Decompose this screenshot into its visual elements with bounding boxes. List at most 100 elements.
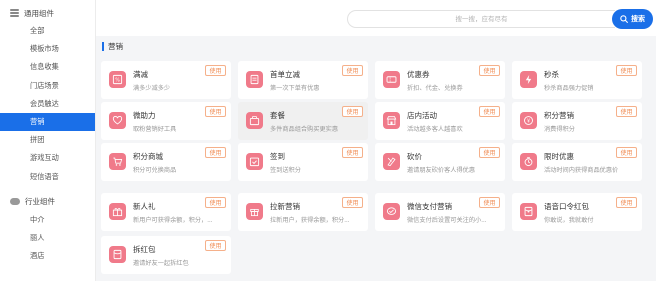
sidebar-item-6[interactable]: 拼团 <box>0 131 95 149</box>
use-button[interactable]: 使用 <box>616 197 637 208</box>
card-description: 邀请好友一起拆红包 <box>133 260 189 267</box>
newcomer-gift-icon <box>109 203 126 220</box>
sidebar-industry-item-2[interactable]: 酒店 <box>0 247 95 265</box>
checkin-icon <box>246 153 263 170</box>
component-card[interactable]: 店内活动 活动越多客人越喜欢 使用 <box>375 102 505 140</box>
card-name: 积分商城 <box>133 152 163 161</box>
sidebar-group-label: 通用组件 <box>24 8 54 18</box>
sidebar-item-3[interactable]: 门店场景 <box>0 77 95 95</box>
help-heart-icon <box>109 112 126 129</box>
card-name: 秒杀 <box>544 70 559 79</box>
card-description: 活动时间内获得商品优惠价 <box>544 167 619 174</box>
component-card[interactable]: 微助力 取粉营销好工具 使用 <box>101 102 231 140</box>
component-card[interactable]: 语音口令红包 你敢说，我就敢付 使用 <box>512 193 642 231</box>
stack-icon <box>10 9 19 17</box>
use-button[interactable]: 使用 <box>616 65 637 76</box>
card-description: 邀请朋友砍价客人得优惠 <box>407 167 476 174</box>
card-name: 满减 <box>133 70 148 79</box>
sidebar-item-4[interactable]: 会员触达 <box>0 95 95 113</box>
section-accent-bar <box>102 41 104 51</box>
search-bar: 搜索 <box>96 0 656 36</box>
component-card[interactable]: 优惠券 折扣、代金、兑换券 使用 <box>375 61 505 99</box>
use-button[interactable]: 使用 <box>205 106 226 117</box>
card-description: 满多少减多少 <box>133 85 171 92</box>
card-name: 套餐 <box>270 111 285 120</box>
component-card[interactable]: 新人礼 新用户可获得余额，积分，... 使用 <box>101 193 231 231</box>
use-button[interactable]: 使用 <box>342 147 363 158</box>
component-card[interactable]: 积分商城 积分可兑换商品 使用 <box>101 143 231 181</box>
component-card[interactable]: 拉新营销 拉新用户，获得余额，积分... 使用 <box>238 193 368 231</box>
cloud-icon <box>10 198 20 206</box>
use-button[interactable]: 使用 <box>342 106 363 117</box>
card-description: 秒杀商品强力促销 <box>544 85 594 92</box>
store-activity-icon <box>383 112 400 129</box>
use-button[interactable]: 使用 <box>205 240 226 251</box>
component-card[interactable]: 签到 签到送积分 使用 <box>238 143 368 181</box>
card-name: 首单立减 <box>270 70 300 79</box>
section-title: 营销 <box>102 41 123 51</box>
coupon-icon <box>383 71 400 88</box>
card-name: 优惠券 <box>407 70 430 79</box>
sidebar-item-0[interactable]: 全部 <box>0 22 95 40</box>
card-description: 消费得积分 <box>544 126 575 133</box>
card-name: 拉新营销 <box>270 202 300 211</box>
card-name: 拆红包 <box>133 245 156 254</box>
card-description: 你敢说，我就敢付 <box>544 217 594 224</box>
component-card[interactable]: 拆红包 邀请好友一起拆红包 使用 <box>101 236 231 274</box>
sidebar-item-5[interactable]: 营销 <box>0 112 95 132</box>
search-button[interactable]: 搜索 <box>612 9 653 29</box>
sidebar-item-2[interactable]: 信息收集 <box>0 58 95 76</box>
component-card[interactable]: 限时优惠 活动时间内获得商品优惠价 使用 <box>512 143 642 181</box>
section-title-text: 营销 <box>108 41 123 51</box>
use-button[interactable]: 使用 <box>479 106 500 117</box>
svg-text:%: % <box>115 78 120 84</box>
use-button[interactable]: 使用 <box>616 106 637 117</box>
search-button-label: 搜索 <box>631 16 645 23</box>
card-description: 取粉营销好工具 <box>133 126 177 133</box>
component-card[interactable]: 首单立减 第一次下单有优惠 使用 <box>238 61 368 99</box>
use-button[interactable]: 使用 <box>479 147 500 158</box>
use-button[interactable]: 使用 <box>205 65 226 76</box>
card-name: 积分营销 <box>544 111 574 120</box>
card-name: 签到 <box>270 152 285 161</box>
search-input[interactable] <box>347 10 615 28</box>
percent-tag-icon: % <box>109 71 126 88</box>
first-order-icon <box>246 71 263 88</box>
package-icon <box>246 112 263 129</box>
component-card[interactable]: 套餐 多件商品组合购买更实惠 使用 <box>238 102 368 140</box>
use-button[interactable]: 使用 <box>205 197 226 208</box>
svg-text:¥: ¥ <box>527 119 530 125</box>
sidebar-group-label: 行业组件 <box>25 197 55 207</box>
card-description: 活动越多客人越喜欢 <box>407 126 463 133</box>
sidebar-industry-item-0[interactable]: 中介 <box>0 211 95 229</box>
component-card[interactable]: 砍价 邀请朋友砍价客人得优惠 使用 <box>375 143 505 181</box>
use-button[interactable]: 使用 <box>205 147 226 158</box>
sidebar-industry-item-1[interactable]: 丽人 <box>0 229 95 247</box>
component-card[interactable]: % 满减 满多少减多少 使用 <box>101 61 231 99</box>
use-button[interactable]: 使用 <box>342 65 363 76</box>
timer-icon <box>520 153 537 170</box>
card-name: 砍价 <box>407 152 422 161</box>
sidebar-group-industry: 行业组件 <box>0 193 95 211</box>
component-card[interactable]: 秒杀 秒杀商品强力促销 使用 <box>512 61 642 99</box>
component-card[interactable]: ¥ 积分营销 消费得积分 使用 <box>512 102 642 140</box>
sidebar-item-1[interactable]: 模板市场 <box>0 40 95 58</box>
card-name: 微助力 <box>133 111 156 120</box>
voice-redpacket-icon <box>520 203 537 220</box>
search-icon <box>620 15 628 23</box>
sidebar-item-8[interactable]: 短信语音 <box>0 168 95 186</box>
redpacket-icon <box>109 246 126 263</box>
card-description: 积分可兑换商品 <box>133 167 177 174</box>
use-button[interactable]: 使用 <box>479 65 500 76</box>
use-button[interactable]: 使用 <box>479 197 500 208</box>
use-button[interactable]: 使用 <box>616 147 637 158</box>
use-button[interactable]: 使用 <box>342 197 363 208</box>
card-name: 店内活动 <box>407 111 437 120</box>
sidebar-item-7[interactable]: 游戏互动 <box>0 149 95 167</box>
card-description: 新用户可获得余额，积分，... <box>133 217 213 224</box>
card-description: 微信支付后设置可关注的小... <box>407 217 487 224</box>
component-card[interactable]: 微信支付营销 微信支付后设置可关注的小... 使用 <box>375 193 505 231</box>
invite-gift-icon <box>246 203 263 220</box>
card-name: 语音口令红包 <box>544 202 589 211</box>
sidebar: 通用组件 全部 模板市场 信息收集 门店场景 会员触达 营销 拼团 游戏互动 短信语音 行业组件… <box>0 0 96 281</box>
